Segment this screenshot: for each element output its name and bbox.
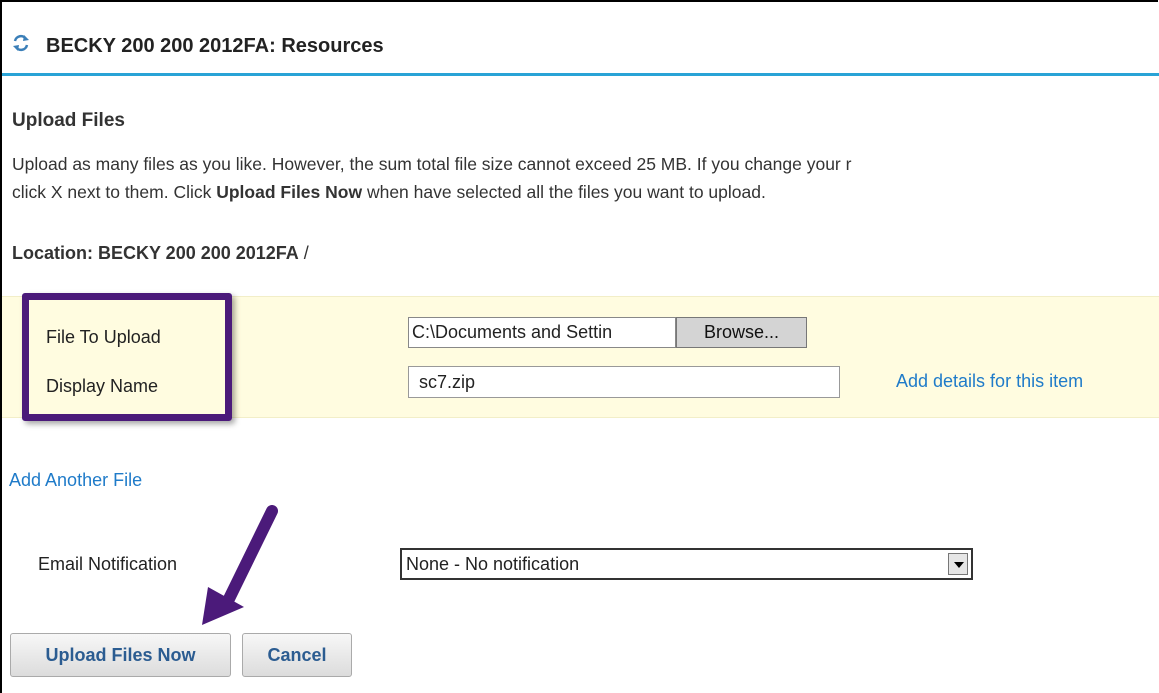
page-title: BECKY 200 200 2012FA: Resources — [46, 34, 384, 57]
upload-instructions: Upload as many files as you like. Howeve… — [12, 150, 1159, 206]
refresh-icon[interactable] — [12, 34, 32, 58]
file-path-input[interactable]: C:\Documents and Settin — [408, 317, 676, 348]
instructions-text-end: when have selected all the files you wan… — [362, 182, 766, 202]
location-label: Location: BECKY 200 200 2012FA — [12, 243, 299, 263]
section-title: Upload Files — [12, 110, 125, 131]
instructions-text: click X next to them. Click — [12, 182, 217, 202]
location-path: Location: BECKY 200 200 2012FA / — [12, 243, 309, 264]
display-name-label: Display Name — [46, 376, 159, 396]
browse-button[interactable]: Browse... — [676, 317, 807, 348]
instructions-line-1: Upload as many files as you like. Howeve… — [12, 154, 852, 174]
page-header: BECKY 200 200 2012FA: Resources — [12, 34, 384, 58]
instructions-line-2: click X next to them. Click Upload Files… — [12, 178, 1159, 206]
annotation-arrow-icon — [202, 505, 278, 625]
add-another-file-link[interactable]: Add Another File — [9, 470, 142, 491]
header-divider — [2, 73, 1159, 76]
instructions-bold: Upload Files Now — [216, 182, 363, 202]
email-notification-label: Email Notification — [38, 554, 178, 574]
add-details-link[interactable]: Add details for this item — [896, 371, 1083, 392]
upload-files-now-button[interactable]: Upload Files Now — [10, 633, 231, 677]
dropdown-arrow-icon[interactable] — [948, 553, 968, 575]
location-slash: / — [298, 243, 309, 263]
file-to-upload-label: File To Upload — [46, 327, 161, 347]
email-notification-select[interactable]: None - No notification — [400, 548, 973, 580]
display-name-input[interactable]: sc7.zip — [408, 366, 840, 398]
select-value: None - No notification — [406, 554, 580, 574]
highlight-box — [22, 293, 232, 421]
cancel-button[interactable]: Cancel — [242, 633, 352, 677]
